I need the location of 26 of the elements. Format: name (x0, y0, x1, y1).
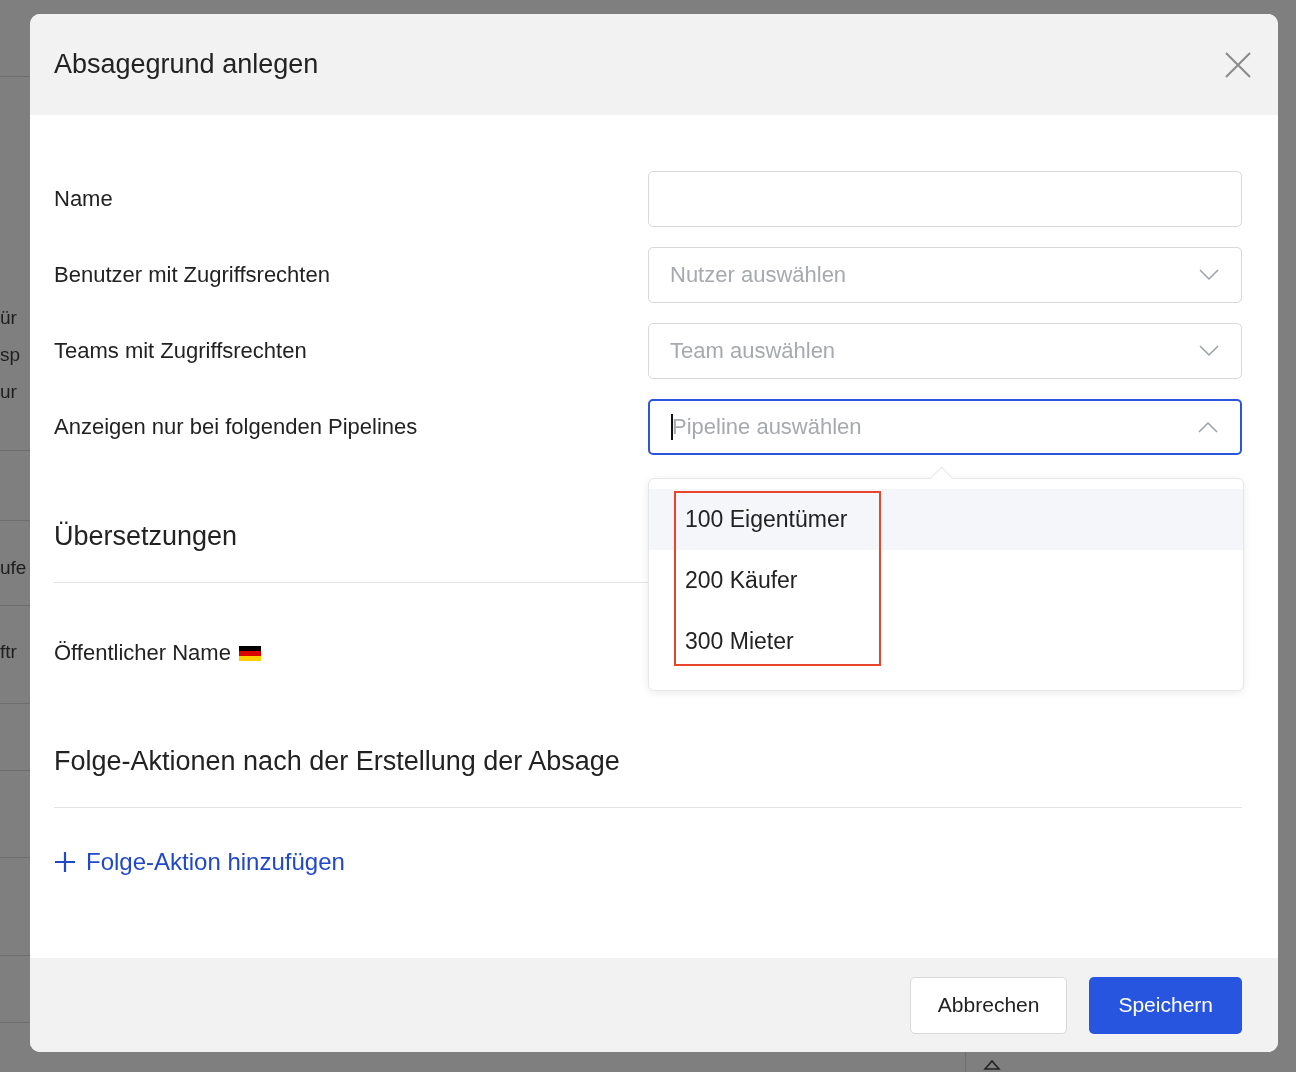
background-text: ur (0, 380, 17, 404)
text-input-field[interactable] (648, 171, 1242, 227)
add-follow-up-link[interactable]: Folge-Aktion hinzufügen (54, 848, 345, 876)
field-label: Öffentlicher Name (54, 640, 231, 666)
background-text: ür (0, 306, 17, 330)
dropdown-option[interactable]: 100 Eigentümer (649, 489, 1243, 550)
dropdown-option[interactable]: 300 Mieter (649, 611, 1243, 672)
chevron-down-icon (1199, 269, 1219, 281)
field-label: Name (54, 186, 113, 212)
field-label: Anzeigen nur bei folgenden Pipelines (54, 414, 418, 440)
background-text: ftr (0, 640, 17, 664)
field-label: Benutzer mit Zugriffsrechten (54, 262, 330, 288)
dropdown-option[interactable]: 200 Käufer (649, 550, 1243, 611)
chevron-down-icon (1199, 345, 1219, 357)
background-text: ufe (0, 556, 27, 580)
caret-up-icon (983, 1058, 1001, 1070)
section-heading: Übersetzungen (54, 521, 239, 552)
dialog-title: Absagegrund anlegen (54, 49, 319, 80)
cancel-button[interactable]: Abbrechen (909, 976, 1068, 1034)
field-label: Teams mit Zugriffsrechten (54, 338, 307, 364)
save-button[interactable]: Speichern (1089, 976, 1242, 1034)
section-heading: Folge-Aktionen nach der Erstellung der Absage (54, 746, 621, 777)
background-text: sp (0, 343, 21, 367)
plus-icon (54, 851, 76, 873)
chevron-up-icon (1198, 421, 1218, 433)
flag-icon (238, 645, 261, 661)
